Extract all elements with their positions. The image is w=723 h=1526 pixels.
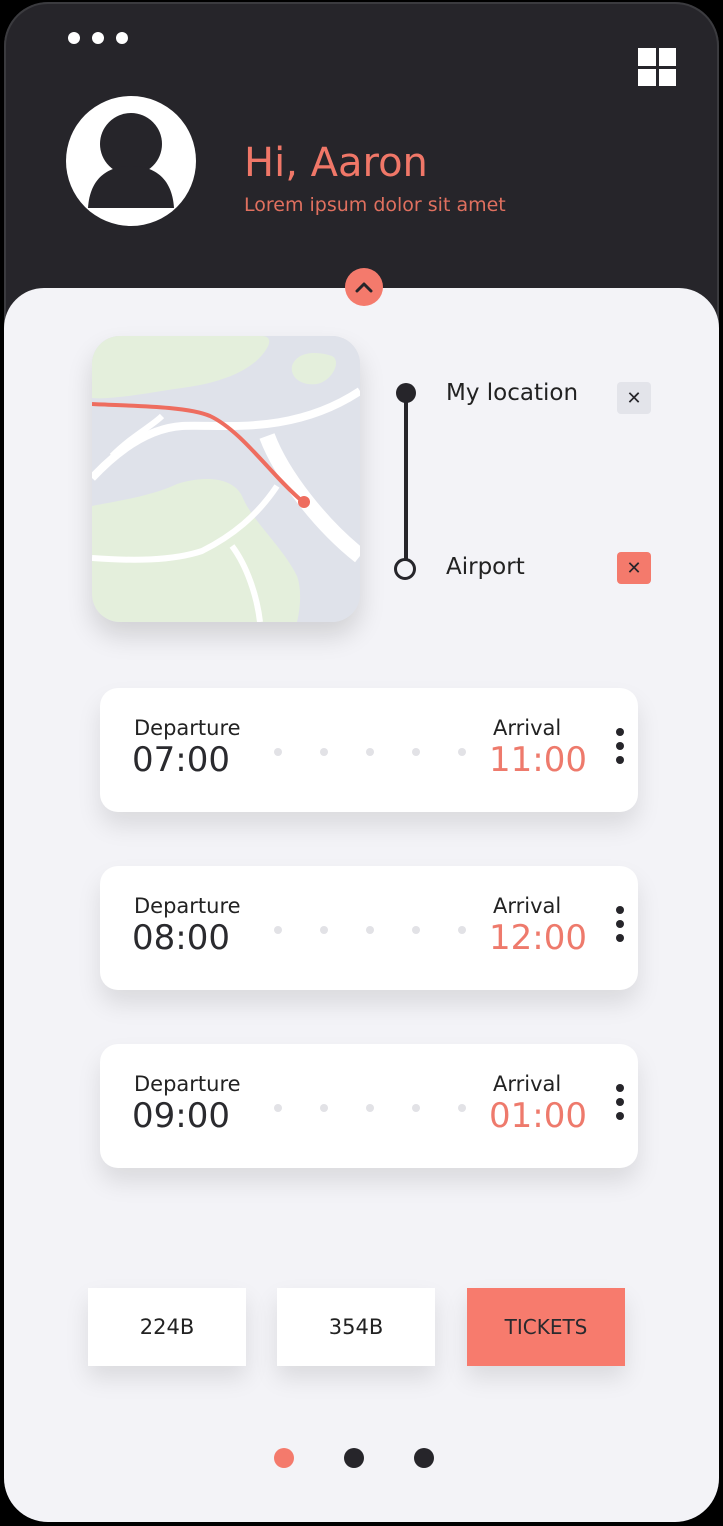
arrival-time: 12:00: [489, 918, 587, 958]
more-options-icon[interactable]: [616, 906, 624, 942]
page-dot-active[interactable]: [274, 1448, 294, 1468]
arrival-label: Arrival: [493, 894, 562, 918]
flight-card[interactable]: Departure 08:00 Arrival 12:00: [100, 866, 638, 990]
departure-label: Departure: [134, 716, 241, 740]
avatar[interactable]: [66, 96, 196, 226]
greeting-subtitle: Lorem ipsum dolor sit amet: [244, 194, 506, 216]
window-dots-icon[interactable]: [68, 32, 128, 44]
seat-224b-button[interactable]: 224B: [88, 1288, 246, 1366]
arrival-label: Arrival: [493, 1072, 562, 1096]
destination-label: Airport: [446, 554, 525, 580]
departure-label: Departure: [134, 894, 241, 918]
clear-origin-button[interactable]: ✕: [617, 382, 651, 414]
arrival-label: Arrival: [493, 716, 562, 740]
grid-cell: [638, 68, 656, 86]
flight-card[interactable]: Departure 07:00 Arrival 11:00: [100, 688, 638, 812]
close-icon: ✕: [626, 387, 642, 409]
separator-dots: [274, 1104, 466, 1112]
arrival-time: 11:00: [489, 740, 587, 780]
route-map[interactable]: [92, 336, 360, 622]
collapse-button[interactable]: [345, 268, 383, 306]
page-indicator: [274, 1448, 434, 1468]
grid-menu-icon[interactable]: [638, 48, 676, 86]
origin-marker-icon: [396, 383, 416, 403]
arrival-time: 01:00: [489, 1096, 587, 1136]
grid-cell: [658, 68, 676, 86]
destination-marker-icon: [394, 558, 416, 580]
tickets-button[interactable]: TICKETS: [467, 1288, 625, 1366]
phone-frame: Hi, Aaron Lorem ipsum dolor sit amet My …: [4, 2, 719, 1522]
dot: [68, 32, 80, 44]
more-options-icon[interactable]: [616, 728, 624, 764]
dot: [116, 32, 128, 44]
seat-354b-button[interactable]: 354B: [277, 1288, 435, 1366]
origin-label: My location: [446, 380, 579, 406]
grid-cell: [638, 48, 656, 66]
clear-destination-button[interactable]: ✕: [617, 552, 651, 584]
route-connector: [404, 394, 408, 570]
user-silhouette-icon: [88, 113, 174, 208]
greeting-title: Hi, Aaron: [244, 140, 428, 186]
flight-card[interactable]: Departure 09:00 Arrival 01:00: [100, 1044, 638, 1168]
more-options-icon[interactable]: [616, 1084, 624, 1120]
separator-dots: [274, 748, 466, 756]
dot: [92, 32, 104, 44]
map-graphic: [92, 336, 360, 622]
grid-cell: [658, 48, 676, 66]
departure-time: 07:00: [132, 740, 230, 780]
chevron-up-icon: [355, 282, 373, 293]
close-icon: ✕: [626, 557, 642, 579]
departure-label: Departure: [134, 1072, 241, 1096]
departure-time: 09:00: [132, 1096, 230, 1136]
departure-time: 08:00: [132, 918, 230, 958]
separator-dots: [274, 926, 466, 934]
page-dot[interactable]: [344, 1448, 364, 1468]
page-dot[interactable]: [414, 1448, 434, 1468]
